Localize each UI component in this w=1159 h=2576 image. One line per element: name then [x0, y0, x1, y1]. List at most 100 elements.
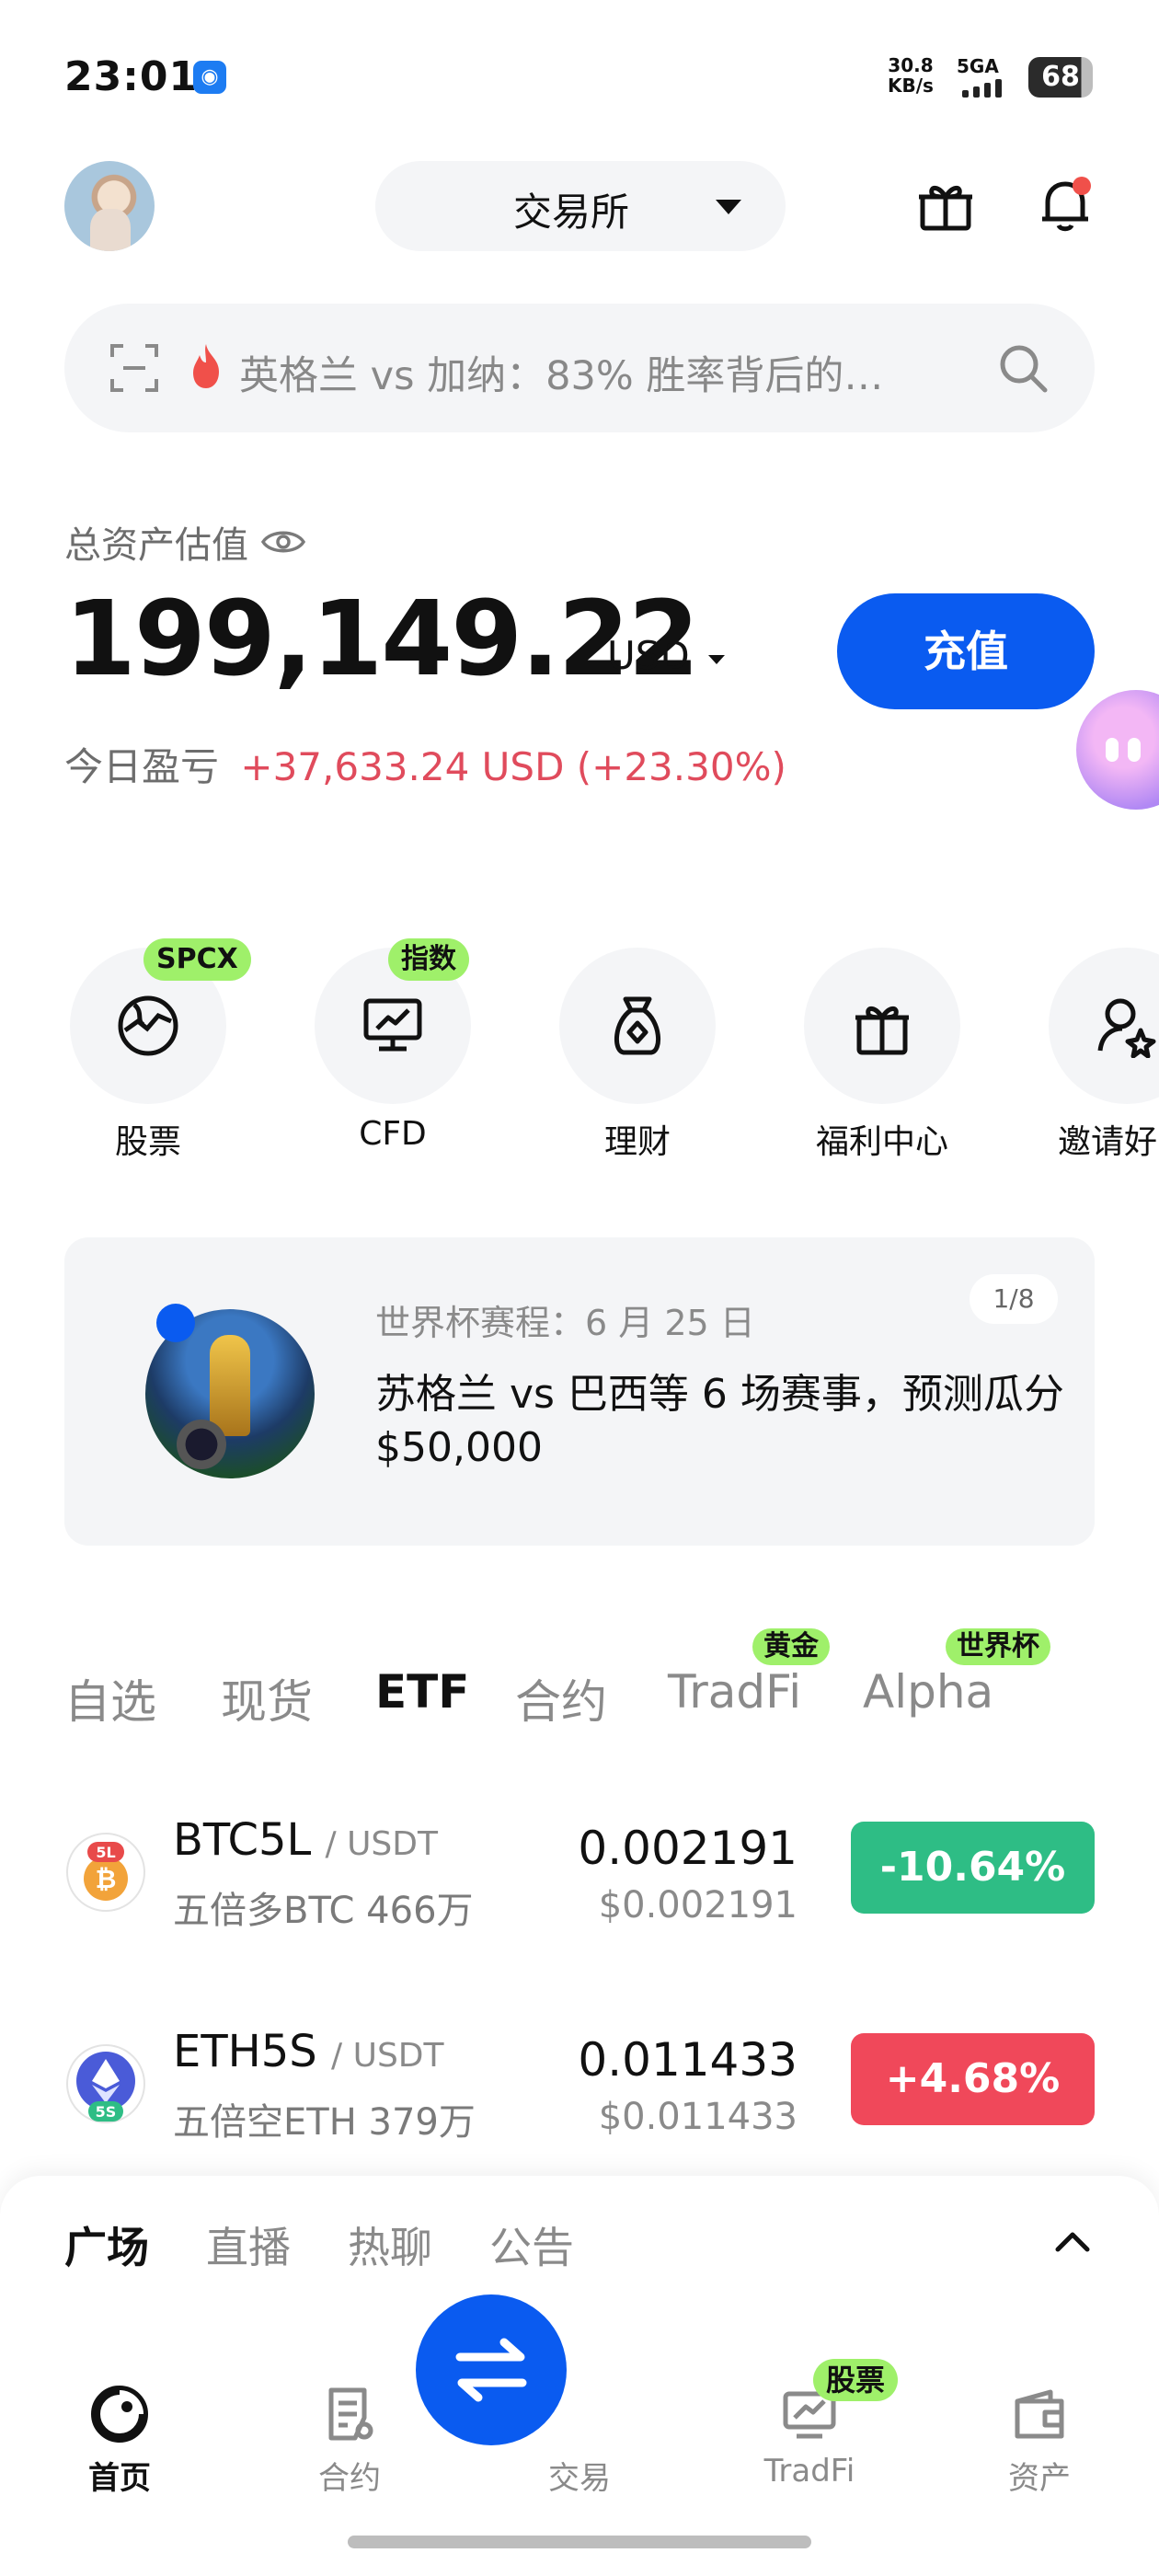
pnl-value: +37,633.24 USD (+23.30%): [240, 744, 786, 789]
status-bar: 23:01 ◉ 30.8 KB/s 5GA 68: [0, 0, 1159, 138]
nav-trade[interactable]: 交易: [416, 2294, 662, 2497]
fire-icon: [188, 342, 224, 390]
balance-amount: 199,149.22: [64, 580, 700, 699]
feed-tab-live[interactable]: 直播: [206, 2214, 291, 2275]
balance-currency[interactable]: USD: [607, 633, 690, 678]
battery-icon: 68: [1028, 57, 1093, 98]
gift-icon[interactable]: [915, 175, 976, 236]
nav-label: 首页: [88, 2460, 151, 2497]
coin-quote: / USDT: [325, 1825, 438, 1863]
market-tabs: 自选 现货 ETF 合约 TradFi 黄金 Alpha 世界杯: [64, 1628, 1122, 1730]
trade-fab-button[interactable]: [416, 2294, 567, 2445]
exchange-label: 交易所: [513, 190, 630, 235]
tab-etf[interactable]: ETF: [375, 1665, 469, 1719]
feed-tab-hot-chat[interactable]: 热聊: [348, 2214, 432, 2275]
tab-badge-world-cup: 世界杯: [946, 1628, 1050, 1665]
quick-entry-label: 股票: [114, 1123, 181, 1161]
feed-tab-announcements[interactable]: 公告: [489, 2214, 574, 2275]
nav-label: 资产: [1008, 2460, 1071, 2497]
nav-assets[interactable]: 资产: [957, 2337, 1122, 2497]
money-bag-icon: [614, 996, 661, 1055]
tab-tradfi[interactable]: TradFi: [668, 1665, 801, 1719]
coin-name: ETH5S / USDT: [173, 2026, 444, 2077]
network-speed-unit: KB/s: [888, 75, 934, 97]
nav-tradfi[interactable]: TradFi: [727, 2337, 892, 2490]
feed-tab-square[interactable]: 广场: [64, 2214, 149, 2275]
quick-entry-label: 邀请好: [1058, 1123, 1158, 1161]
search-bar[interactable]: 英格兰 vs 加纳：83% 胜率背后的…: [64, 304, 1095, 432]
market-row-eth5s[interactable]: 5S ETH5S / USDT 五倍空ETH 379万 0.011433 $0.…: [0, 1996, 1159, 2171]
search-icon[interactable]: [995, 340, 1050, 396]
nav-label: 交易: [548, 2460, 611, 2497]
exchange-switcher[interactable]: 交易所: [375, 161, 786, 251]
coin-symbol: ETH5S: [173, 2026, 317, 2077]
nav-label: 合约: [318, 2460, 381, 2497]
quick-entry-badge: SPCX: [143, 938, 251, 981]
coin-price-usd: $0.002191: [598, 1884, 798, 1926]
world-cup-banner[interactable]: 世界杯赛程：6 月 25 日 苏格兰 vs 巴西等 6 场赛事，预测瓜分 $50…: [64, 1237, 1095, 1546]
tab-spot[interactable]: 现货: [221, 1665, 313, 1731]
tab-badge-gold: 黄金: [752, 1628, 830, 1665]
notification-dot: [1073, 177, 1091, 195]
coin-description: 五倍空ETH 379万: [173, 2101, 476, 2144]
eth5s-icon-text: 5S: [96, 2103, 117, 2121]
quick-entry-label: 理财: [603, 1123, 671, 1161]
avatar[interactable]: [64, 161, 155, 251]
change-badge[interactable]: +4.68%: [851, 2033, 1095, 2125]
scan-icon[interactable]: [109, 342, 160, 394]
coin-price-usd: $0.011433: [598, 2096, 798, 2138]
btc5l-coin-icon: ₿ 5L: [64, 1831, 147, 1914]
home-icon: [91, 2386, 148, 2443]
quick-entry-badge: 指数: [388, 938, 469, 981]
eye-icon[interactable]: [260, 528, 306, 556]
nav-futures[interactable]: 合约: [267, 2337, 432, 2497]
coin-description: 五倍多BTC 466万: [173, 1890, 474, 1932]
btc5l-icon-text: 5L: [96, 1844, 115, 1861]
banner-indicator-dot: [156, 1304, 195, 1342]
caret-down-icon: [716, 200, 741, 214]
chevron-up-icon[interactable]: [1054, 2227, 1091, 2255]
asset-label: 总资产估值: [64, 524, 248, 567]
pnl-row[interactable]: 今日盈亏 +37,633.24 USD (+23.30%): [64, 736, 786, 792]
coin-symbol: BTC5L: [173, 1814, 312, 1866]
quick-entry-earn[interactable]: 理财: [537, 938, 721, 1178]
quick-entry-label: CFD: [359, 1115, 427, 1153]
network-speed: 30.8 KB/s: [888, 55, 934, 96]
asset-label-row: 总资产估值: [64, 515, 306, 569]
pnl-label: 今日盈亏: [64, 744, 220, 789]
assistant-bubble-icon[interactable]: [1076, 690, 1159, 810]
network-speed-value: 30.8: [888, 54, 934, 76]
quick-entry-circle: [1049, 948, 1159, 1104]
wallet-icon: [1015, 2389, 1064, 2439]
currency-caret-icon[interactable]: [708, 655, 725, 664]
quick-entries: 股票 SPCX CFD 指数 理财 福利中心 邀请好: [0, 938, 1159, 1178]
coin-price: 0.002191: [578, 1822, 798, 1875]
tab-watchlist[interactable]: 自选: [64, 1665, 156, 1731]
coin-price: 0.011433: [578, 2033, 798, 2087]
globe-chart-icon: [118, 995, 178, 1056]
swap-arrows-icon: [455, 2338, 527, 2402]
quick-entry-circle: [559, 948, 716, 1104]
quick-entry-label: 福利中心: [815, 1123, 948, 1161]
signal-label: 5GA: [957, 55, 999, 77]
coin-name: BTC5L / USDT: [173, 1814, 438, 1866]
banner-title: 苏格兰 vs 巴西等 6 场赛事，预测瓜分 $50,000: [375, 1371, 1064, 1471]
quick-entry-invite[interactable]: 邀请好: [1027, 938, 1159, 1178]
tab-futures[interactable]: 合约: [515, 1665, 607, 1731]
quick-entry-rewards[interactable]: 福利中心: [782, 938, 966, 1178]
nav-home[interactable]: 首页: [37, 2337, 202, 2497]
eth5s-coin-icon: 5S: [64, 2042, 147, 2125]
invite-user-icon: [1097, 998, 1156, 1058]
status-time: 23:01: [64, 53, 199, 100]
home-indicator[interactable]: [348, 2536, 811, 2548]
tab-alpha[interactable]: Alpha: [863, 1665, 993, 1719]
banner-page-indicator: 1/8: [970, 1274, 1058, 1324]
market-row-btc5l[interactable]: ₿ 5L BTC5L / USDT 五倍多BTC 466万 0.002191 $0…: [0, 1785, 1159, 1960]
deposit-button[interactable]: 充值: [837, 593, 1095, 709]
nav-label: TradFi: [763, 2453, 855, 2490]
app-notification-icon: ◉: [193, 61, 226, 94]
search-hot-topic[interactable]: 英格兰 vs 加纳：83% 胜率背后的…: [239, 344, 1021, 401]
quick-entry-circle: [804, 948, 960, 1104]
change-badge[interactable]: -10.64%: [851, 1822, 1095, 1914]
monitor-chart-icon: [363, 998, 422, 1052]
